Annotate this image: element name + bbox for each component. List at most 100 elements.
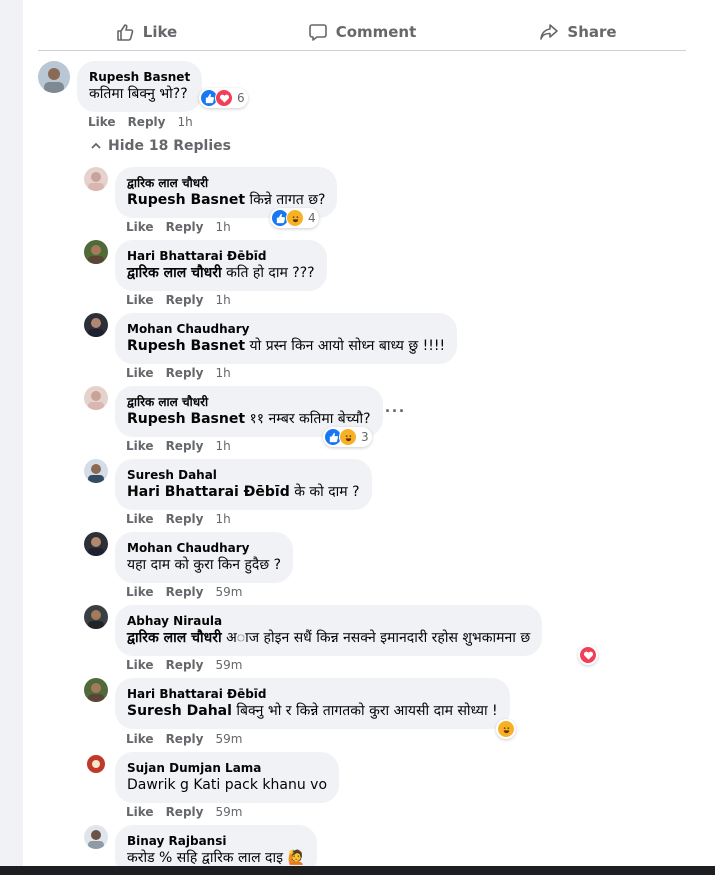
comment-text: द्वारिक लाल चौधरी कति हो दाम ???	[127, 265, 315, 281]
reaction-count: 4	[308, 211, 316, 225]
comment-like-link[interactable]: Like	[126, 805, 154, 819]
avatar[interactable]	[84, 605, 108, 629]
comment-reply-link[interactable]: Reply	[166, 732, 204, 746]
avatar[interactable]	[84, 386, 108, 410]
comment-bubble: Suresh Dahal Hari Bhattarai Đēbīd के को …	[115, 459, 372, 510]
comment-meta: Like Reply 1h	[126, 512, 231, 526]
comment-author[interactable]: द्वारिक लाल चौधरी	[127, 175, 325, 191]
comment-action-label: Comment	[335, 22, 417, 41]
love-reaction-icon	[215, 89, 233, 107]
comment-reply-link[interactable]: Reply	[166, 658, 204, 672]
reply: Mohan Chaudhary Rupesh Basnet यो प्रस्न …	[84, 313, 458, 364]
comment-author[interactable]: Suresh Dahal	[127, 467, 360, 483]
comment-meta: Like Reply 1h	[126, 439, 231, 453]
comment-like-link[interactable]: Like	[126, 585, 154, 599]
comment-like-link[interactable]: Like	[126, 293, 154, 307]
comment-like-link[interactable]: Like	[126, 658, 154, 672]
comment-like-link[interactable]: Like	[126, 220, 154, 234]
comment-reply-link[interactable]: Reply	[166, 293, 204, 307]
love-reaction-icon	[579, 646, 597, 664]
comment-bubble: Abhay Niraula द्वारिक लाल चौधरी अ◌ाज होइ…	[115, 605, 543, 656]
avatar[interactable]	[84, 678, 108, 702]
comment-meta: Like Reply 59m	[126, 585, 242, 599]
comment-author[interactable]: Binay Rajbansi	[127, 833, 305, 849]
comment-author[interactable]: द्वारिक लाल चौधरी	[127, 394, 371, 410]
comment-meta: Like Reply 1h	[88, 115, 193, 129]
comment-bubble: Hari Bhattarai Đēbīd द्वारिक लाल चौधरी क…	[115, 240, 327, 291]
comment: Rupesh Basnet कतिमा बिक्नु भो??	[38, 61, 203, 112]
comment-reply-link[interactable]: Reply	[166, 585, 204, 599]
comment-reply-link[interactable]: Reply	[166, 512, 204, 526]
comment-author[interactable]: Hari Bhattarai Đēbīd	[127, 686, 498, 702]
haha-reaction-icon	[497, 720, 515, 738]
reply: Hari Bhattarai Đēbīd Suresh Dahal बिक्नु…	[84, 678, 510, 729]
mention-link[interactable]: द्वारिक लाल चौधरी	[127, 265, 222, 281]
reaction-summary[interactable]: 4	[270, 208, 319, 228]
comment-author[interactable]: Hari Bhattarai Đēbīd	[127, 248, 315, 264]
comment-reply-link[interactable]: Reply	[166, 439, 204, 453]
comment-timestamp[interactable]: 1h	[215, 293, 230, 307]
chevron-up-icon	[91, 142, 101, 149]
avatar[interactable]	[38, 61, 70, 93]
comment-like-link[interactable]: Like	[88, 115, 116, 129]
comment-bubble: Rupesh Basnet कतिमा बिक्नु भो??	[77, 61, 203, 112]
mention-link[interactable]: Suresh Dahal	[127, 703, 232, 719]
comment-timestamp[interactable]: 1h	[215, 220, 230, 234]
comment-timestamp[interactable]: 1h	[177, 115, 192, 129]
reply: Mohan Chaudhary यहा दाम को कुरा किन हुदै…	[84, 532, 294, 583]
comment-meta: Like Reply 59m	[126, 805, 242, 819]
reaction-summary[interactable]: 6	[199, 88, 248, 108]
mention-link[interactable]: Rupesh Basnet	[127, 338, 245, 354]
hide-replies-label: Hide 18 Replies	[108, 138, 231, 154]
comment-author[interactable]: Sujan Dumjan Lama	[127, 760, 327, 776]
comment-like-link[interactable]: Like	[126, 732, 154, 746]
reply: Suresh Dahal Hari Bhattarai Đēbīd के को …	[84, 459, 372, 510]
comment-author[interactable]: Rupesh Basnet	[89, 69, 190, 85]
avatar[interactable]	[84, 752, 108, 776]
hide-replies-toggle[interactable]: Hide 18 Replies	[90, 138, 231, 154]
comment-like-link[interactable]: Like	[126, 366, 154, 380]
avatar[interactable]	[84, 240, 108, 264]
comment-timestamp[interactable]: 1h	[215, 366, 230, 380]
share-icon	[540, 23, 559, 40]
comment-reply-link[interactable]: Reply	[166, 366, 204, 380]
comment-reply-link[interactable]: Reply	[166, 805, 204, 819]
avatar[interactable]	[84, 825, 108, 849]
share-action-button[interactable]: Share	[470, 13, 686, 50]
comment-like-link[interactable]: Like	[126, 512, 154, 526]
mention-link[interactable]: Rupesh Basnet	[127, 192, 245, 208]
reaction-summary[interactable]: 3	[323, 427, 372, 447]
comment-reply-link[interactable]: Reply	[166, 220, 204, 234]
mention-link[interactable]: द्वारिक लाल चौधरी	[127, 630, 222, 646]
comment-timestamp[interactable]: 1h	[215, 439, 230, 453]
comment-timestamp[interactable]: 1h	[215, 512, 230, 526]
more-options-icon[interactable]: ···	[385, 401, 406, 422]
comment-author[interactable]: Abhay Niraula	[127, 613, 530, 629]
like-action-label: Like	[142, 22, 178, 41]
avatar[interactable]	[84, 167, 108, 191]
reply: Sujan Dumjan Lama Dawrik g Kati pack kha…	[84, 752, 340, 803]
comment-meta: Like Reply 59m	[126, 658, 242, 672]
mention-link[interactable]: Hari Bhattarai Đēbīd	[127, 484, 290, 500]
reply: Hari Bhattarai Đēbīd द्वारिक लाल चौधरी क…	[84, 240, 327, 291]
haha-reaction-icon	[286, 209, 304, 227]
comment-author[interactable]: Mohan Chaudhary	[127, 540, 281, 556]
comment-timestamp[interactable]: 59m	[215, 585, 242, 599]
reaction-summary[interactable]	[496, 719, 516, 739]
comment-reply-link[interactable]: Reply	[128, 115, 166, 129]
comment-text: Hari Bhattarai Đēbīd के को दाम ?	[127, 484, 360, 500]
reaction-summary[interactable]	[578, 645, 598, 665]
comment-timestamp[interactable]: 59m	[215, 732, 242, 746]
comment-timestamp[interactable]: 59m	[215, 805, 242, 819]
comment-action-button[interactable]: Comment	[254, 13, 470, 50]
comment-timestamp[interactable]: 59m	[215, 658, 242, 672]
avatar[interactable]	[84, 532, 108, 556]
like-action-button[interactable]: Like	[38, 13, 254, 50]
avatar[interactable]	[84, 313, 108, 337]
avatar[interactable]	[84, 459, 108, 483]
mention-link[interactable]: Rupesh Basnet	[127, 411, 245, 427]
comment-like-link[interactable]: Like	[126, 439, 154, 453]
comment-author[interactable]: Mohan Chaudhary	[127, 321, 445, 337]
comment-meta: Like Reply 1h	[126, 366, 231, 380]
haha-reaction-icon	[339, 428, 357, 446]
